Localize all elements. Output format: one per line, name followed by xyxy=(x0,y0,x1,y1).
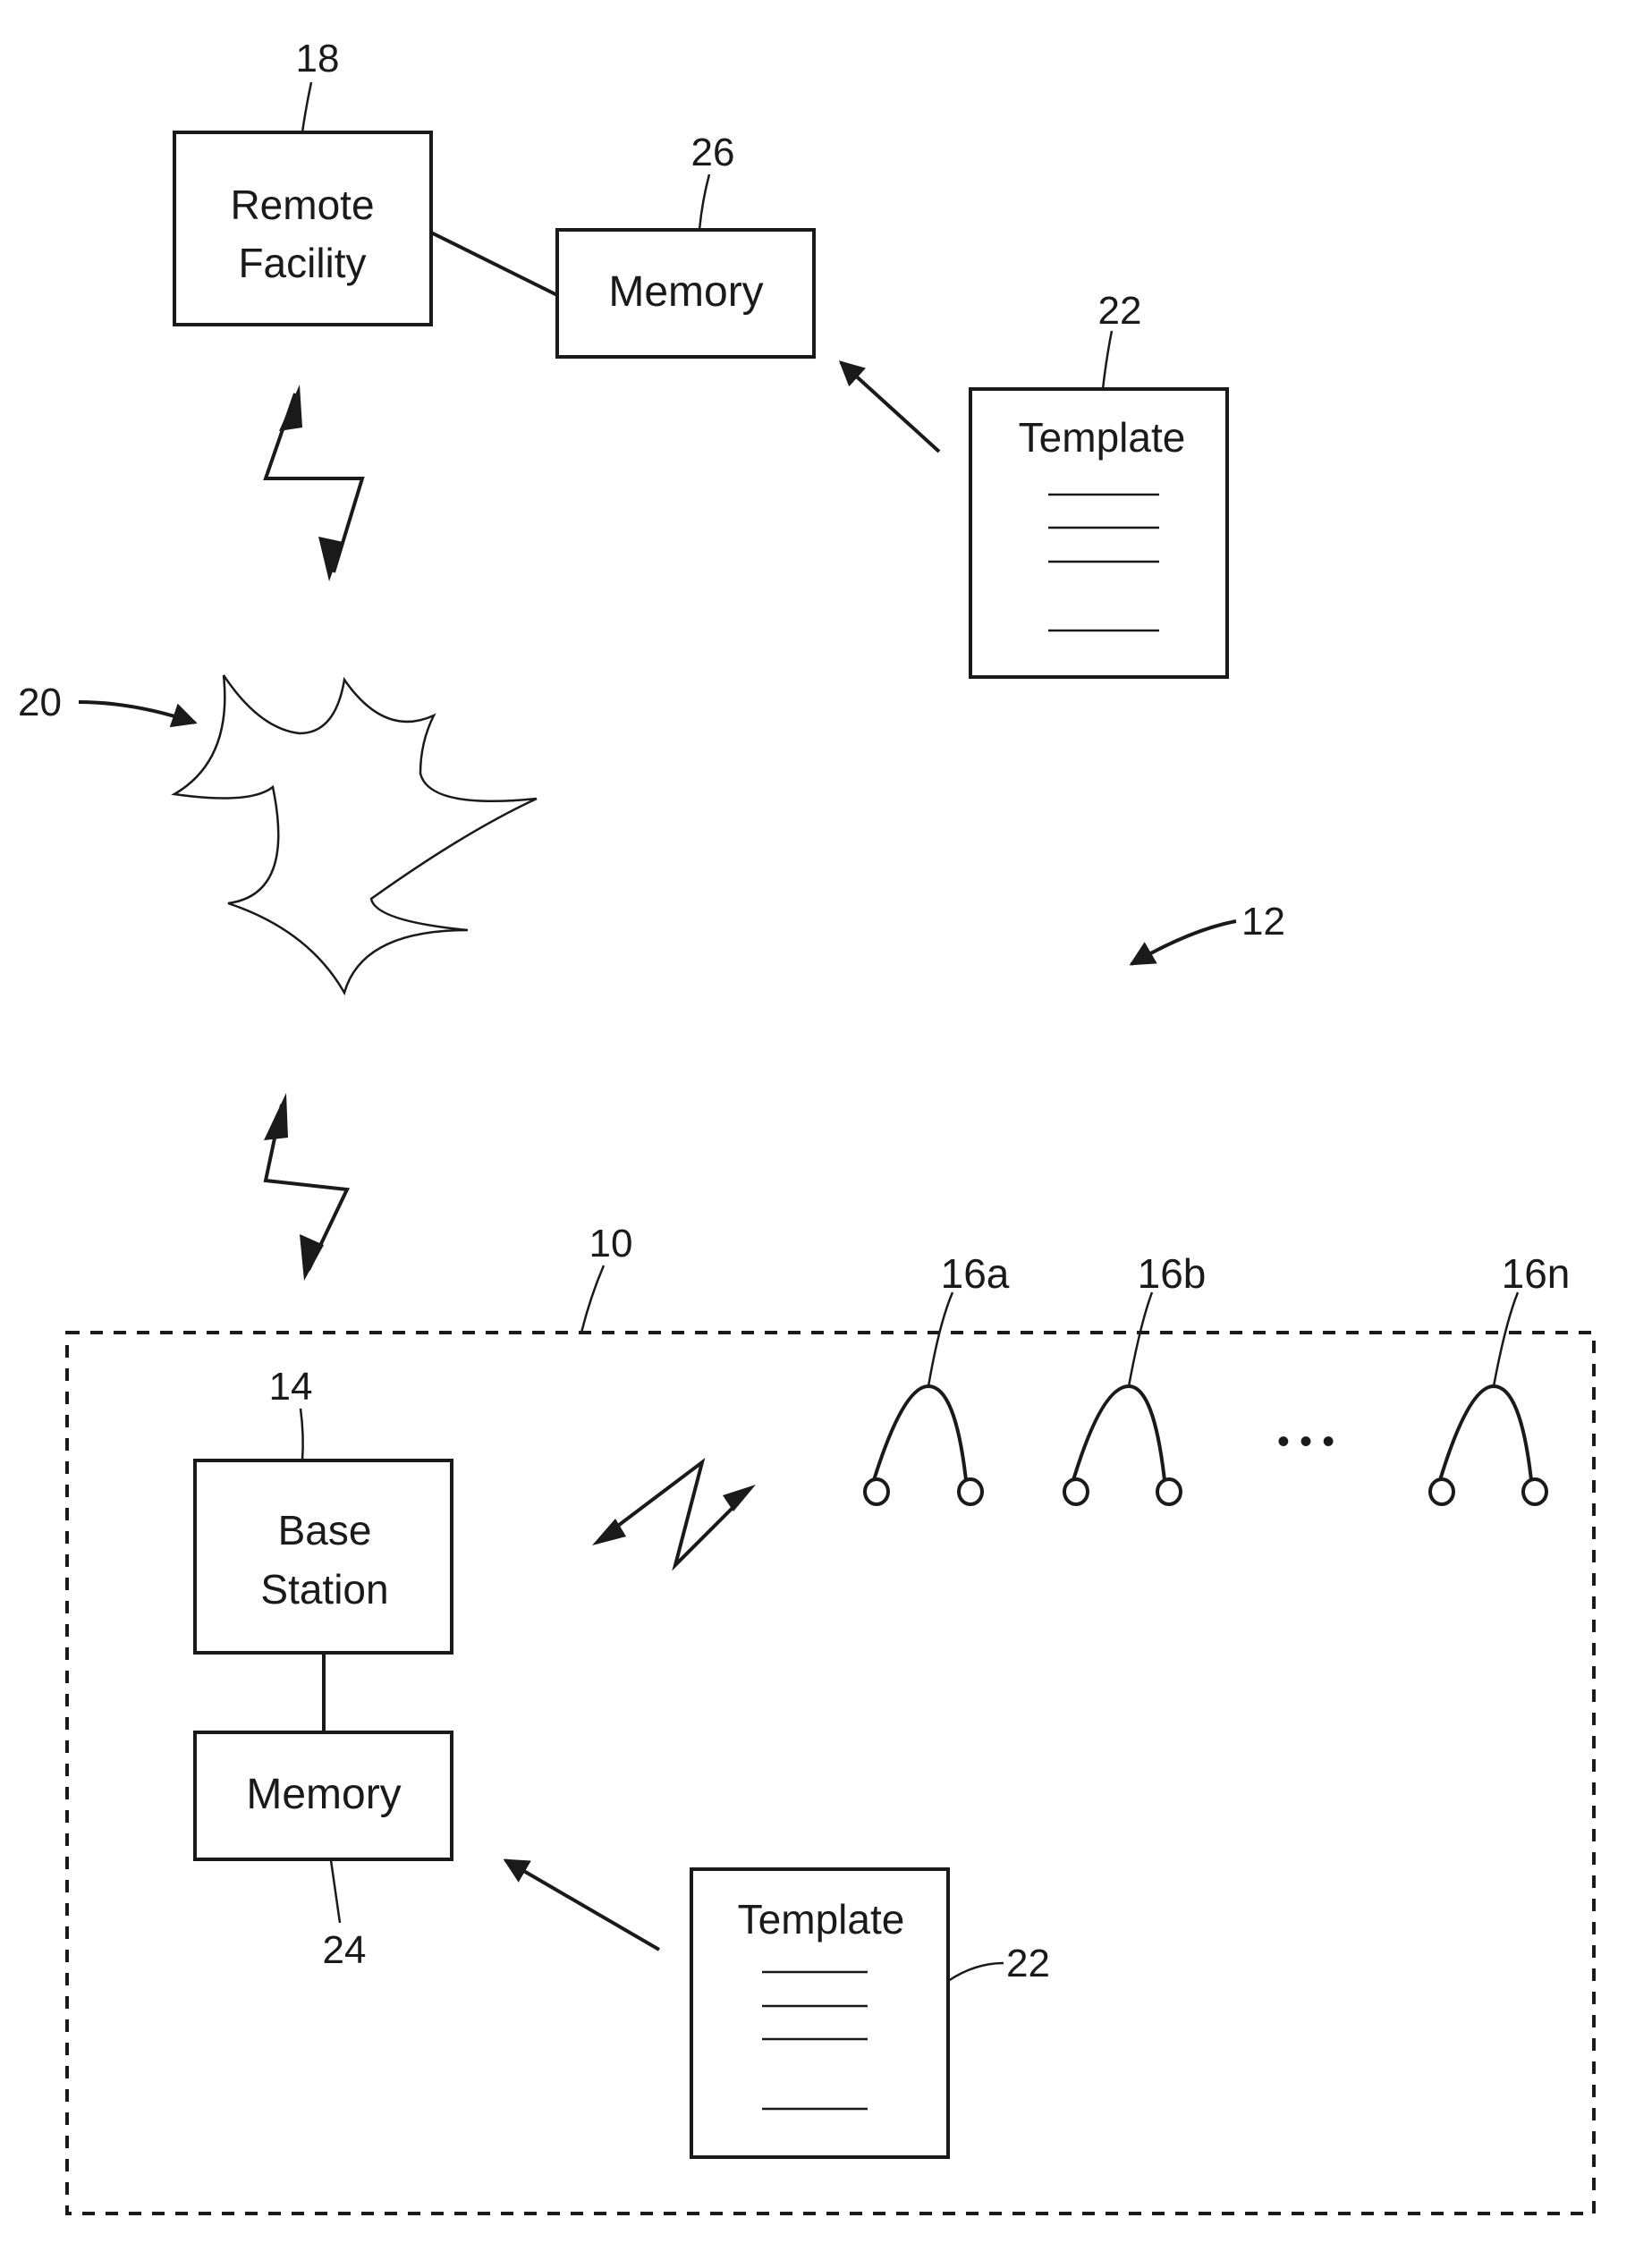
remote-facility-label-2: Facility xyxy=(238,240,366,286)
remote-facility-box: Remote Facility xyxy=(173,131,433,326)
wireless-link-lower-icon xyxy=(263,1093,351,1281)
leader-12-arrow xyxy=(1129,919,1237,966)
ref-26: 26 xyxy=(691,131,735,174)
template-top-label: Template xyxy=(1019,414,1186,461)
wireless-link-local-icon xyxy=(592,1457,756,1571)
sensor-16n-icon xyxy=(1428,1291,1548,1506)
leader-18 xyxy=(301,81,313,133)
remote-memory-box: Memory xyxy=(555,228,816,359)
ref-24: 24 xyxy=(323,1928,367,1972)
template-bottom-label: Template xyxy=(738,1896,905,1943)
ref-14: 14 xyxy=(269,1365,313,1409)
ref-12: 12 xyxy=(1241,900,1285,944)
leader-24 xyxy=(329,1859,342,1924)
leader-10 xyxy=(580,1265,606,1333)
base-station-label-1: Base xyxy=(278,1507,372,1553)
connector-facility-memory xyxy=(430,231,558,297)
patent-diagram: Remote Facility 18 Memory 26 Template 22… xyxy=(18,37,1596,2215)
ref-10: 10 xyxy=(589,1222,633,1265)
ref-22-top: 22 xyxy=(1098,289,1142,333)
ref-20: 20 xyxy=(18,681,62,724)
template-bottom-document: Template xyxy=(690,1867,950,2159)
template-top-document: Template xyxy=(969,387,1229,679)
ref-16a: 16a xyxy=(941,1250,1010,1297)
remote-memory-label: Memory xyxy=(608,268,763,316)
ref-16b: 16b xyxy=(1138,1250,1207,1297)
network-cloud-icon xyxy=(171,674,538,996)
sensors-ellipsis: • • • xyxy=(1277,1422,1334,1461)
base-station-label-2: Station xyxy=(260,1566,388,1612)
sensor-16a-icon xyxy=(863,1291,984,1506)
ref-22-bottom: 22 xyxy=(1006,1942,1050,1985)
leader-20-arrow xyxy=(78,700,198,728)
local-memory-box: Memory xyxy=(193,1731,453,1861)
leader-14 xyxy=(299,1408,304,1461)
ref-16n: 16n xyxy=(1502,1250,1571,1297)
arrow-template-to-remote-memory xyxy=(838,360,941,453)
local-memory-label: Memory xyxy=(246,1771,401,1818)
leader-26 xyxy=(698,174,711,231)
base-station-box: Base Station xyxy=(193,1459,453,1655)
wireless-link-upper-icon xyxy=(263,385,365,581)
sensor-16b-icon xyxy=(1063,1291,1182,1506)
leader-22-top xyxy=(1101,330,1114,390)
leader-22-bottom xyxy=(947,1961,1004,1983)
ref-18: 18 xyxy=(296,37,340,80)
remote-facility-label-1: Remote xyxy=(230,182,374,228)
arrow-template-to-local-memory xyxy=(503,1858,661,1951)
